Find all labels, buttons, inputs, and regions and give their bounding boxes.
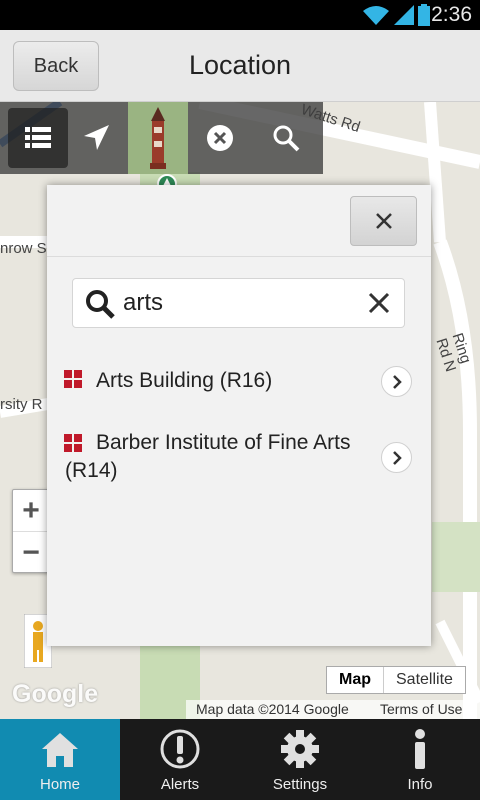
result-label: Barber Institute of Fine Arts (R14): [65, 431, 351, 482]
alert-icon: [160, 729, 200, 769]
close-icon: [375, 213, 392, 229]
nav-label: Info: [407, 776, 433, 793]
nav-home[interactable]: Home: [0, 719, 120, 800]
clear-search-icon[interactable]: [368, 292, 390, 314]
chevron-right-icon: [392, 374, 402, 389]
result-chevron-button[interactable]: [381, 442, 412, 473]
clear-icon: [207, 125, 233, 151]
search-button[interactable]: [256, 108, 316, 168]
landmark-button[interactable]: [128, 102, 188, 174]
map-type-control: Map Satellite: [326, 666, 466, 694]
dialog-close-button[interactable]: [350, 196, 417, 246]
nav-info[interactable]: Info: [360, 719, 480, 800]
app-header: Back Location: [0, 30, 480, 102]
nav-settings[interactable]: Settings: [240, 719, 360, 800]
back-button[interactable]: Back: [13, 41, 99, 91]
result-label: Arts Building (R16): [96, 369, 273, 392]
result-chevron-button[interactable]: [381, 366, 412, 397]
list-icon: [25, 127, 51, 148]
map-toolbar: [0, 102, 323, 174]
search-icon: [273, 125, 300, 152]
nav-alerts[interactable]: Alerts: [120, 719, 240, 800]
terms-of-use-link[interactable]: Terms of Use: [380, 701, 462, 717]
search-dialog: arts Arts Building (R16) Barber Institut…: [47, 185, 431, 646]
status-time: 2:36: [431, 3, 472, 26]
map-type-map[interactable]: Map: [327, 667, 384, 693]
landmark-tower-icon: [150, 107, 166, 169]
map-data-credit: Map data ©2014 Google: [196, 701, 349, 717]
dialog-header: [47, 185, 431, 257]
nav-label: Alerts: [160, 776, 200, 793]
info-icon: [415, 729, 425, 769]
wifi-icon: [363, 6, 389, 25]
list-button[interactable]: [8, 108, 68, 168]
street-label: rsity R: [0, 396, 43, 413]
battery-icon: [418, 4, 430, 26]
clear-button[interactable]: [190, 108, 250, 168]
status-bar: 2:36: [0, 0, 480, 30]
zoom-out-button[interactable]: −: [13, 532, 49, 574]
result-item[interactable]: Barber Institute of Fine Arts (R14): [47, 429, 431, 489]
signal-icon: [394, 5, 414, 25]
home-icon: [42, 733, 78, 767]
street-label: nrow S: [0, 240, 47, 257]
navigation-button[interactable]: [66, 108, 126, 168]
nav-label: Home: [39, 776, 80, 793]
map-credit-bar: Map data ©2014 Google Terms of Use: [186, 700, 480, 719]
bottom-navigation: Home Alerts Settings Info: [0, 719, 480, 800]
navigation-arrow-icon: [84, 125, 109, 150]
chevron-right-icon: [392, 450, 402, 465]
result-item[interactable]: Arts Building (R16): [47, 365, 431, 401]
map-type-satellite[interactable]: Satellite: [384, 667, 465, 693]
search-input[interactable]: arts: [123, 289, 163, 317]
google-logo: Google: [12, 680, 99, 708]
zoom-control: + −: [12, 489, 50, 573]
search-field[interactable]: arts: [72, 278, 405, 328]
gear-icon: [281, 730, 319, 768]
zoom-in-button[interactable]: +: [13, 490, 49, 532]
search-icon: [86, 290, 115, 319]
nav-label: Settings: [272, 776, 328, 793]
